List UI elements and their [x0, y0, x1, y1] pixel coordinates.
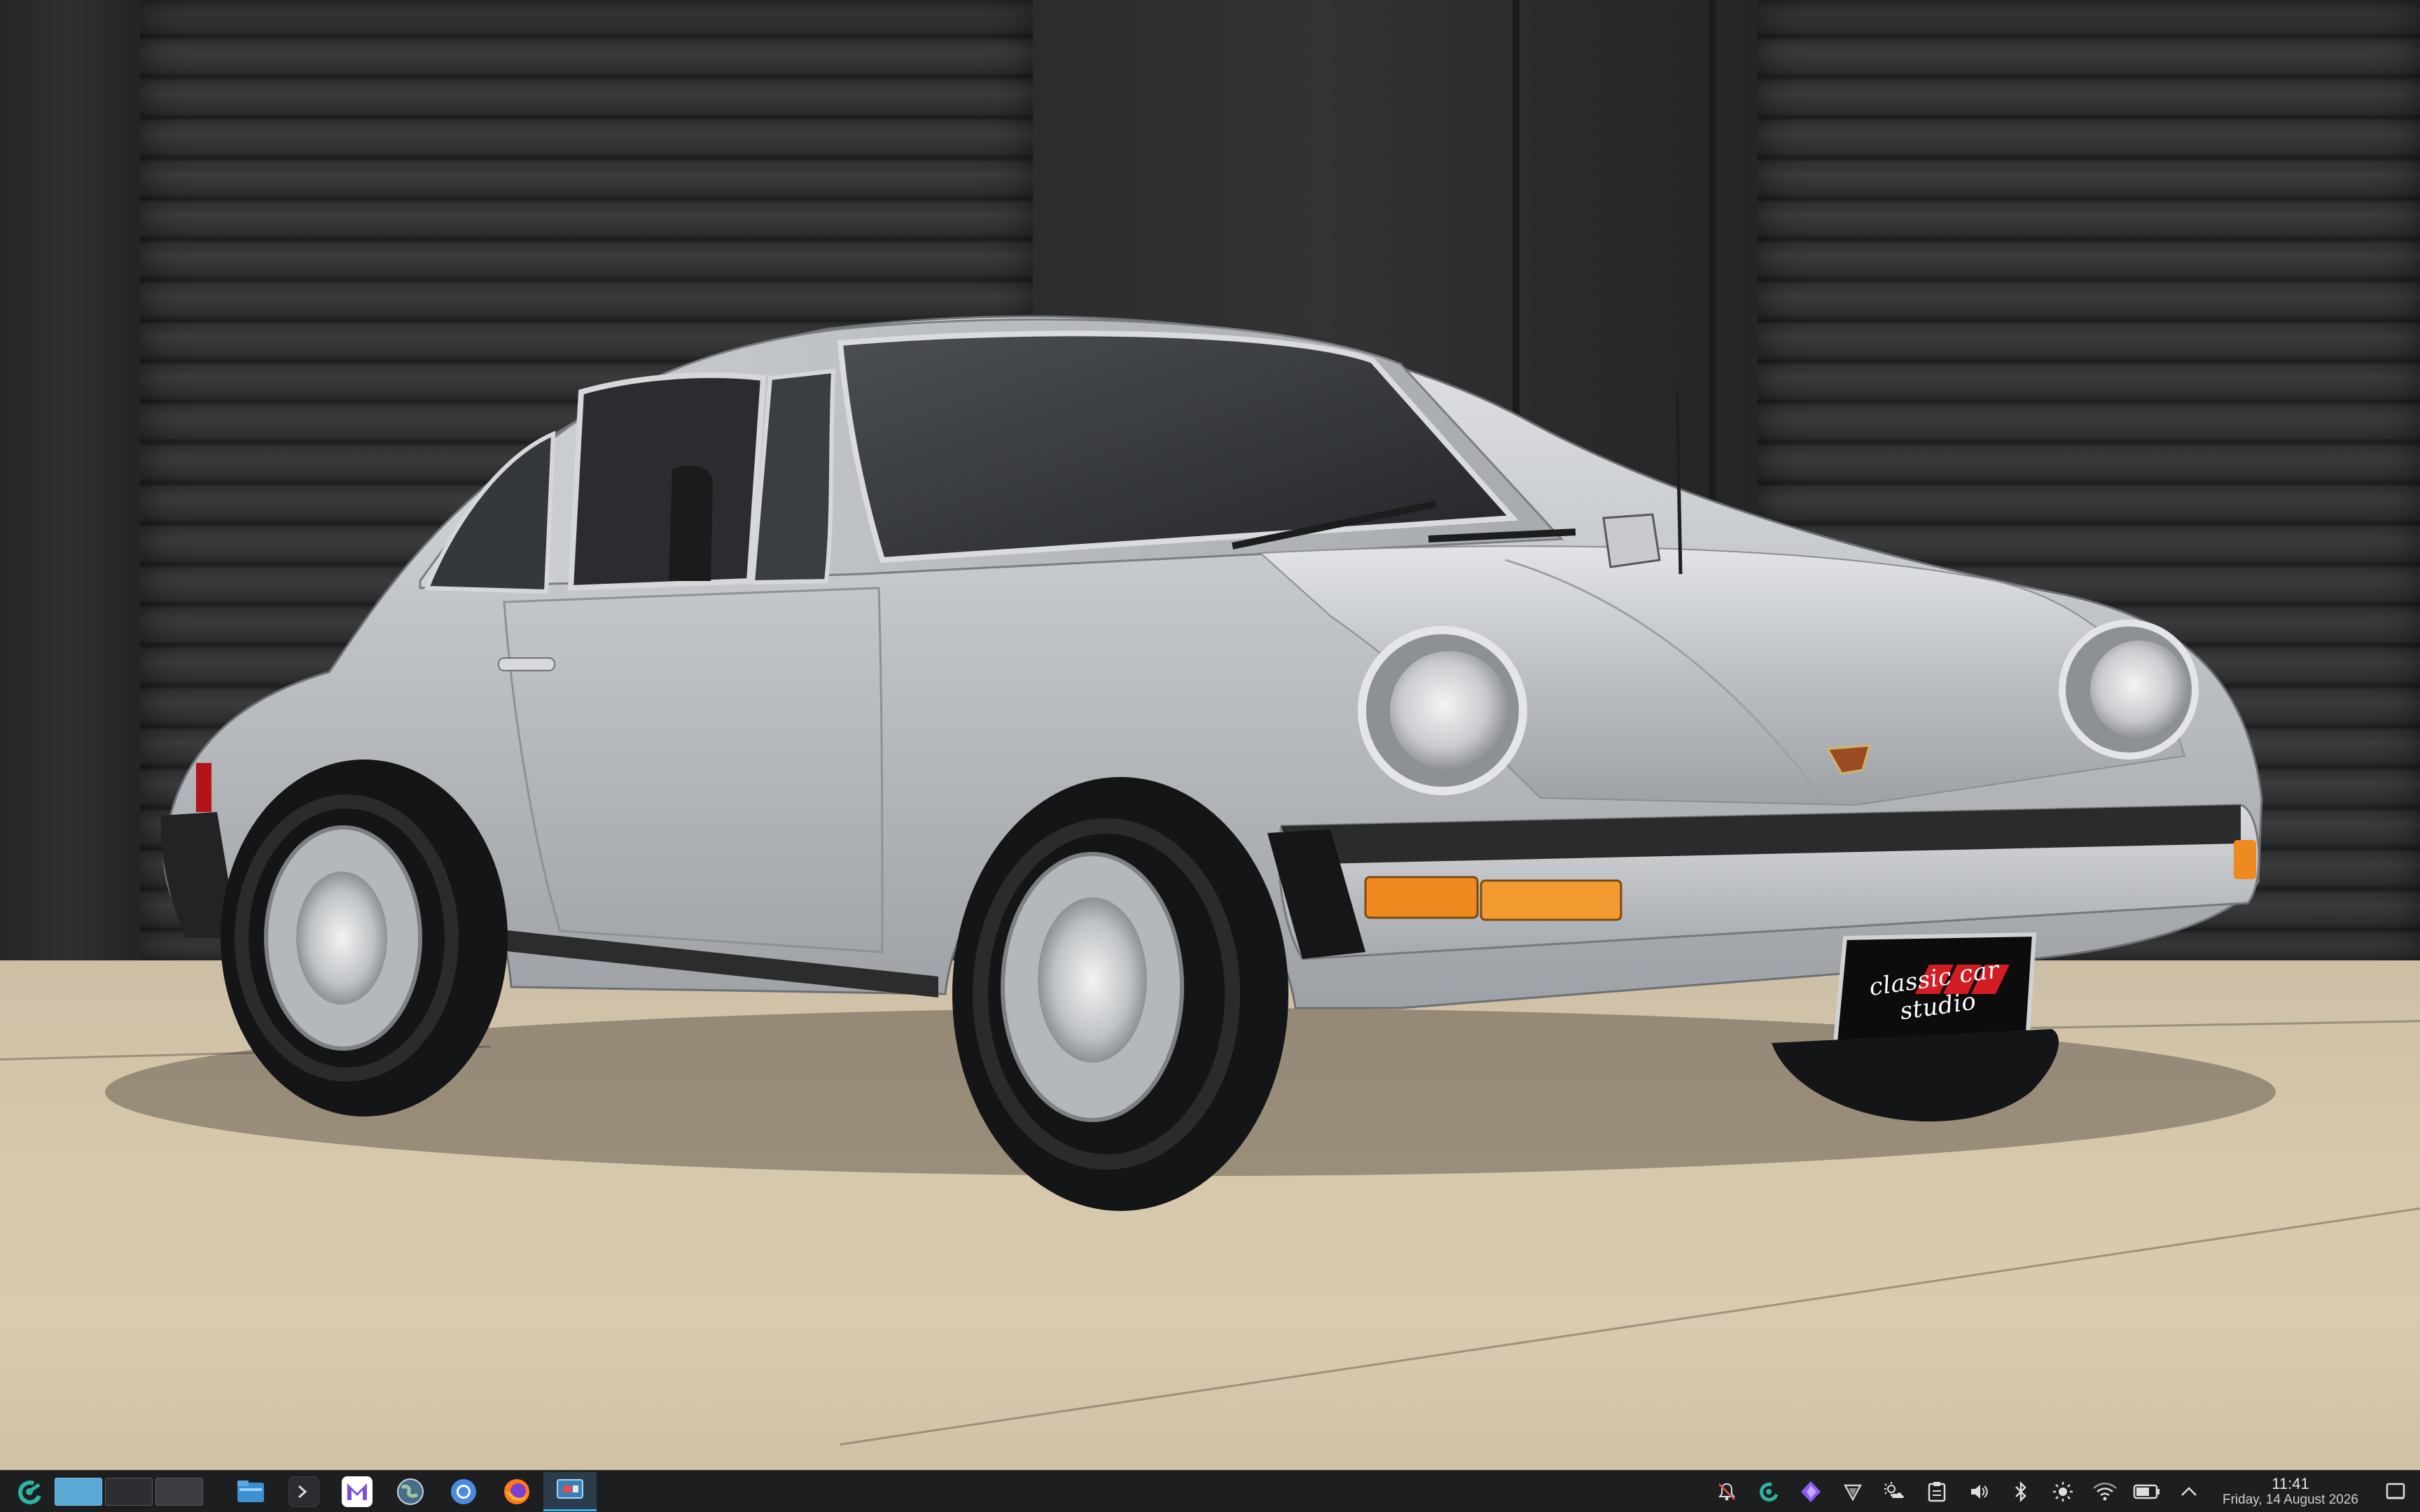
- chromium-icon: [448, 1476, 479, 1507]
- firefox-icon: [501, 1476, 532, 1507]
- system-tray: 11:41 Friday, 14 August 2026: [1706, 1471, 2420, 1512]
- expand-tray-icon[interactable]: [2168, 1471, 2210, 1512]
- globe-app-icon: [395, 1476, 426, 1507]
- notifications-off-icon[interactable]: [1706, 1471, 1748, 1512]
- screen-capture-icon: [555, 1475, 585, 1506]
- terminal-icon: [288, 1476, 319, 1507]
- kde-connect-icon[interactable]: [1748, 1471, 1790, 1512]
- battery-icon[interactable]: [2126, 1471, 2168, 1512]
- digital-clock[interactable]: 11:41 Friday, 14 August 2026: [2210, 1471, 2371, 1512]
- bluetooth-icon[interactable]: [2000, 1471, 2042, 1512]
- task-globe-app[interactable]: [384, 1472, 437, 1511]
- weather-icon[interactable]: [1874, 1471, 1916, 1512]
- clock-time: 11:41: [2272, 1474, 2309, 1492]
- virtual-desktop-pager: [55, 1477, 203, 1506]
- brightness-icon[interactable]: [2042, 1471, 2084, 1512]
- porsche-911-car: [105, 315, 2276, 1211]
- task-screen-capture[interactable]: [543, 1471, 597, 1511]
- email-client-icon: [342, 1476, 373, 1507]
- kde-launcher-icon: [18, 1480, 41, 1504]
- show-desktop-icon: [2386, 1483, 2405, 1499]
- application-launcher-button[interactable]: [7, 1472, 52, 1511]
- file-manager-icon: [235, 1476, 266, 1507]
- vpn-icon[interactable]: [1832, 1471, 1874, 1512]
- task-file-manager[interactable]: [224, 1472, 277, 1511]
- clock-date: Friday, 14 August 2026: [2223, 1492, 2358, 1507]
- task-chromium[interactable]: [437, 1472, 490, 1511]
- volume-icon[interactable]: [1958, 1471, 2000, 1512]
- desktop-3[interactable]: [155, 1477, 203, 1506]
- desktop-1[interactable]: [55, 1477, 102, 1506]
- task-email[interactable]: [331, 1472, 384, 1511]
- wifi-icon[interactable]: [2084, 1471, 2126, 1512]
- taskbar-panel: 11:41 Friday, 14 August 2026: [0, 1470, 2420, 1512]
- task-terminal[interactable]: [277, 1472, 331, 1511]
- obsidian-icon[interactable]: [1790, 1471, 1832, 1512]
- clipboard-icon[interactable]: [1916, 1471, 1958, 1512]
- desktop-2[interactable]: [105, 1477, 153, 1506]
- desktop-wallpaper: classic car studio: [0, 0, 2420, 1470]
- task-firefox[interactable]: [490, 1472, 543, 1511]
- show-desktop-button[interactable]: [2371, 1471, 2420, 1512]
